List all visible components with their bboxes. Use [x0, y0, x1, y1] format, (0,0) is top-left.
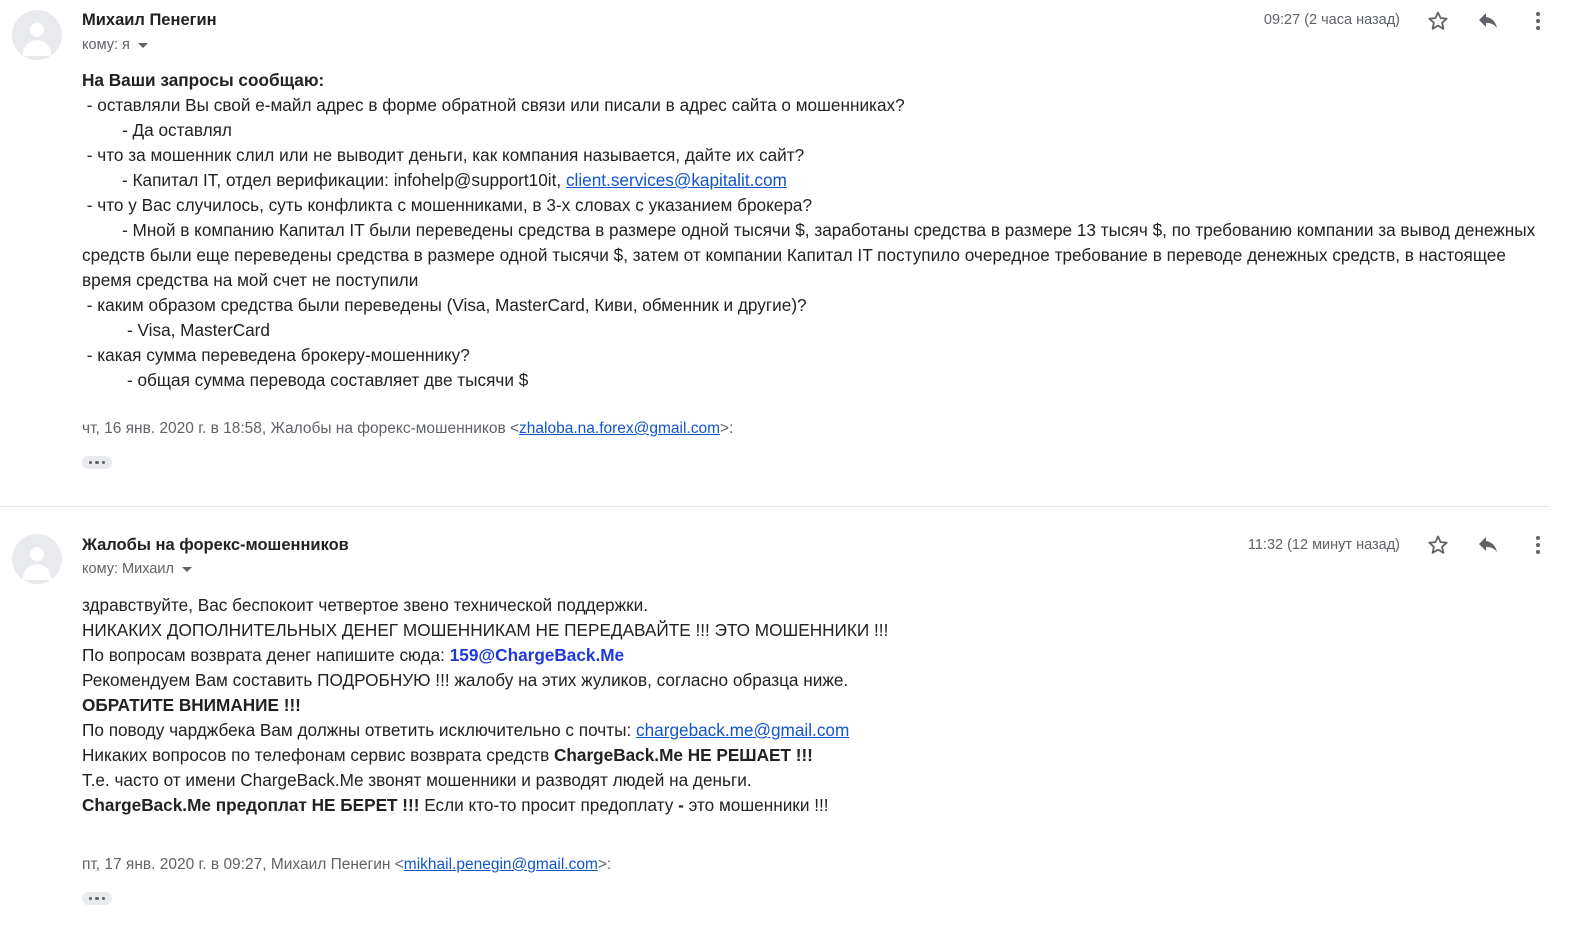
avatar-body — [23, 564, 51, 580]
body-text-span: Если кто-то просит предоплату — [419, 795, 679, 815]
body-line: - какая сумма переведена брокеру-мошенни… — [82, 345, 470, 365]
body-line: ChargeBack.Me предоплат НЕ БЕРЕТ !!! Есл… — [82, 793, 1546, 818]
body-text-span: Никаких вопросов по телефонам сервис воз… — [82, 745, 554, 765]
body-text-bold: ChargeBack.Me предоплат НЕ БЕРЕТ !!! — [82, 795, 420, 815]
message-time: 09:27 (2 часа назад) — [1263, 12, 1400, 28]
body-line: Никаких вопросов по телефонам сервис воз… — [82, 743, 1546, 768]
body-line: По поводу чарджбека Вам должны ответить … — [82, 718, 1546, 743]
more-vert-icon[interactable] — [1526, 9, 1550, 33]
body-line: - каким образом средства были переведены… — [82, 295, 807, 315]
reply-icon[interactable] — [1476, 9, 1500, 33]
email-link[interactable]: client.services@kapitalit.com — [566, 170, 787, 190]
show-trimmed-content-button[interactable] — [82, 892, 112, 905]
body-line: На Ваши запросы сообщаю: — [82, 70, 325, 90]
caret-down-icon — [137, 42, 148, 48]
email-link[interactable]: chargeback.me@gmail.com — [636, 720, 849, 740]
avatar-head — [30, 23, 44, 37]
avatar[interactable] — [12, 10, 62, 60]
body-line: - оставляли Вы свой е-майл адрес в форме… — [82, 95, 905, 115]
star-icon[interactable] — [1426, 9, 1450, 33]
more-vert-icon[interactable] — [1526, 533, 1550, 557]
recipient-label: кому: я — [82, 37, 130, 53]
body-line: ОБРАТИТЕ ВНИМАНИЕ !!! — [82, 695, 301, 715]
body-line: здравствуйте, Вас беспокоит четвертое зв… — [82, 595, 648, 615]
body-text-span: По поводу чарджбека Вам должны ответить … — [82, 720, 637, 740]
body-line: - что у Вас случилось, суть конфликта с … — [82, 195, 813, 215]
quote-email-link[interactable]: zhaloba.na.forex@gmail.com — [519, 420, 720, 437]
recipient-label: кому: Михаил — [82, 561, 174, 577]
star-icon[interactable] — [1426, 533, 1450, 557]
quote-suffix: >: — [720, 420, 734, 437]
body-line: - Капитал IT, отдел верификации: infohel… — [82, 168, 1546, 193]
recipient-dropdown[interactable]: кому: я — [82, 37, 148, 53]
email-message-1: Михаил Пенегин кому: я 09:27 (2 часа наз… — [0, 0, 1570, 506]
body-line: - Да оставлял — [122, 120, 232, 140]
message-body: здравствуйте, Вас беспокоит четвертое зв… — [82, 593, 1546, 818]
body-line: Рекомендуем Вам составить ПОДРОБНУЮ !!! … — [82, 670, 849, 690]
quote-email-link[interactable]: mikhail.penegin@gmail.com — [404, 856, 598, 873]
avatar-head — [30, 547, 44, 561]
message-body: На Ваши запросы сообщаю: - оставляли Вы … — [82, 68, 1546, 393]
quote-prefix: пт, 17 янв. 2020 г. в 09:27, Михаил Пене… — [82, 856, 404, 873]
show-trimmed-content-button[interactable] — [82, 456, 112, 469]
body-text-span: - Капитал IT, отдел верификации: infohel… — [122, 170, 566, 190]
email-message-2: Жалобы на форекс-мошенников кому: Михаил… — [0, 507, 1570, 939]
avatar[interactable] — [12, 534, 62, 584]
body-text-bold: ChargeBack.Me НЕ РЕШАЕТ !!! — [553, 745, 813, 765]
quote-header: чт, 16 янв. 2020 г. в 18:58, Жалобы на ф… — [82, 420, 733, 438]
quote-prefix: чт, 16 янв. 2020 г. в 18:58, Жалобы на ф… — [82, 420, 520, 437]
body-paragraph: - Мной в компанию Капитал IT были переве… — [82, 220, 1536, 290]
quote-suffix: >: — [597, 856, 612, 873]
body-line: Т.е. часто от имени ChargeBack.Me звонят… — [82, 770, 752, 790]
body-line: - что за мошенник слил или не выводит де… — [82, 145, 805, 165]
body-line: По вопросам возврата денег напишите сюда… — [82, 643, 1546, 668]
recipient-dropdown[interactable]: кому: Михаил — [82, 561, 192, 577]
body-line: - общая сумма перевода составляет две ты… — [127, 370, 529, 390]
body-line: НИКАКИХ ДОПОЛНИТЕЛЬНЫХ ДЕНЕГ МОШЕННИКАМ … — [82, 620, 889, 640]
quote-header: пт, 17 янв. 2020 г. в 09:27, Михаил Пене… — [82, 856, 611, 874]
caret-down-icon — [181, 566, 192, 572]
body-line: - Visa, MasterCard — [127, 320, 270, 340]
body-text-span: это мошенники !!! — [683, 795, 829, 815]
sender-name[interactable]: Жалобы на форекс-мошенников — [82, 536, 349, 555]
reply-icon[interactable] — [1476, 533, 1500, 557]
body-text-span: По вопросам возврата денег напишите сюда… — [82, 645, 450, 665]
message-time: 11:32 (12 минут назад) — [1247, 537, 1400, 553]
email-link[interactable]: 159@ChargeBack.Me — [450, 645, 624, 665]
sender-name[interactable]: Михаил Пенегин — [82, 11, 217, 30]
avatar-body — [23, 40, 51, 56]
